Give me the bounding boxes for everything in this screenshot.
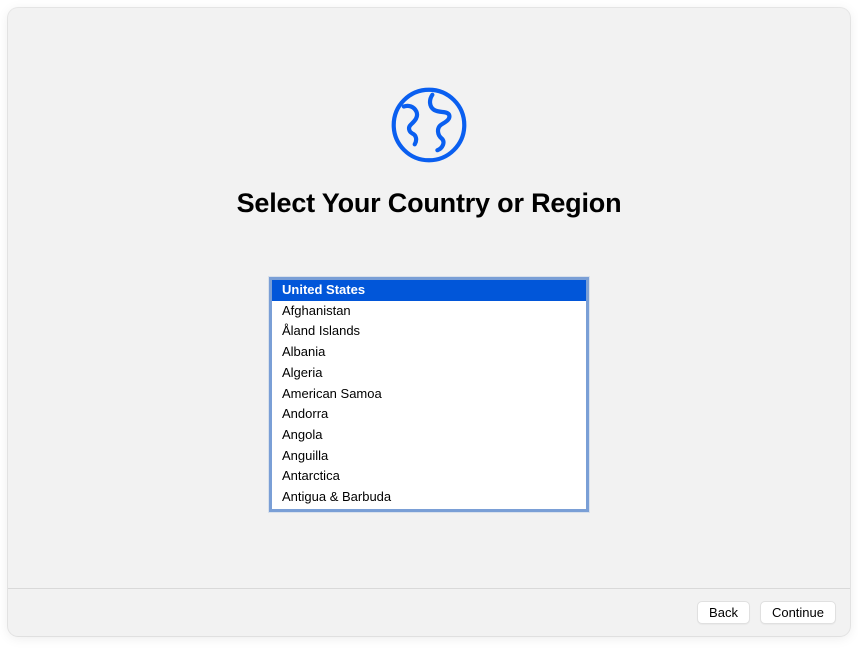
back-button[interactable]: Back	[697, 601, 750, 624]
country-option[interactable]: Anguilla	[272, 446, 586, 467]
continue-button[interactable]: Continue	[760, 601, 836, 624]
globe-icon	[384, 80, 474, 170]
country-option[interactable]: Algeria	[272, 363, 586, 384]
country-option[interactable]: United States	[272, 280, 586, 301]
setup-window: Select Your Country or Region United Sta…	[8, 8, 850, 636]
country-option[interactable]: Antarctica	[272, 466, 586, 487]
page-title: Select Your Country or Region	[237, 188, 622, 219]
country-option[interactable]: American Samoa	[272, 384, 586, 405]
country-option[interactable]: Angola	[272, 425, 586, 446]
footer-bar: Back Continue	[8, 588, 850, 636]
country-option[interactable]: Antigua & Barbuda	[272, 487, 586, 508]
country-listbox[interactable]: United StatesAfghanistanÅland IslandsAlb…	[269, 277, 589, 512]
main-content: Select Your Country or Region United Sta…	[8, 8, 850, 588]
country-option[interactable]: Albania	[272, 342, 586, 363]
country-option[interactable]: Afghanistan	[272, 301, 586, 322]
country-option[interactable]: Andorra	[272, 404, 586, 425]
country-option[interactable]: Åland Islands	[272, 321, 586, 342]
